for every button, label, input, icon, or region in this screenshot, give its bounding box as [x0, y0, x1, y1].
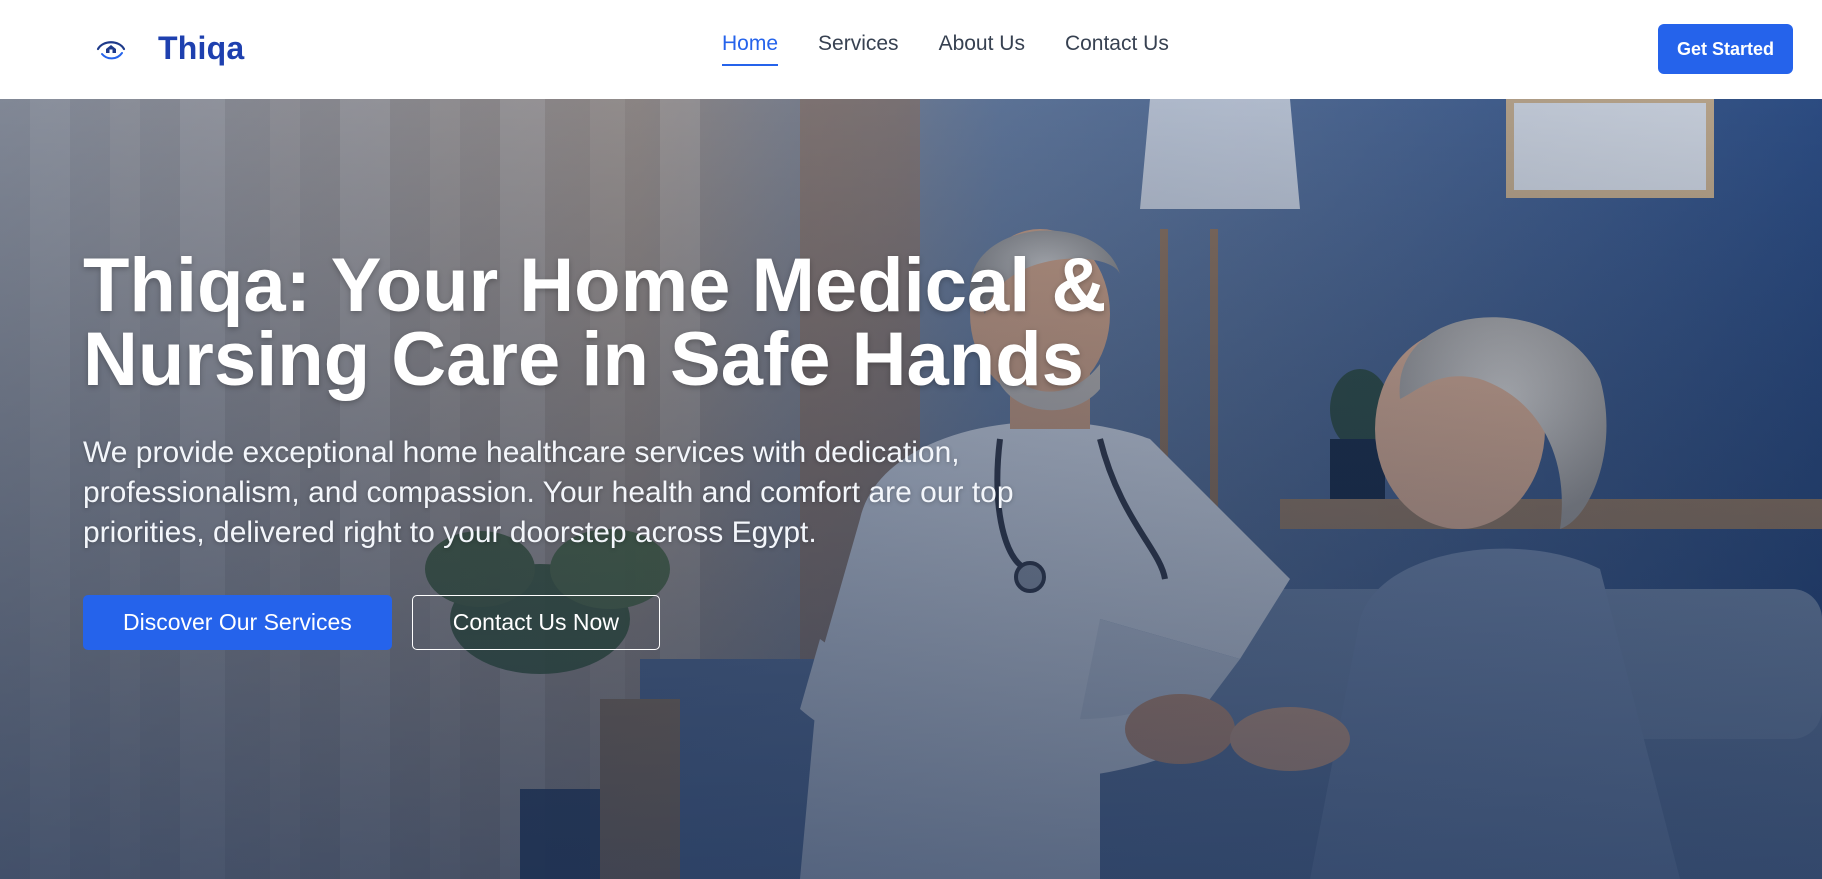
brand-logo[interactable]: Thiqa [94, 30, 244, 67]
nav-item-contact-us[interactable]: Contact Us [1065, 32, 1169, 66]
contact-us-now-button[interactable]: Contact Us Now [411, 595, 660, 650]
hero-actions: Discover Our Services Contact Us Now [83, 595, 1123, 650]
nav-item-services[interactable]: Services [818, 32, 899, 66]
hero-title-line-2: Nursing Care in Safe Hands [83, 317, 1084, 402]
hero-title-line-1: Thiqa: Your Home Medical & [83, 243, 1107, 328]
hero-title: Thiqa: Your Home Medical & Nursing Care … [83, 248, 1123, 398]
discover-services-button[interactable]: Discover Our Services [83, 595, 392, 650]
eye-house-logo-icon [96, 40, 126, 59]
get-started-button[interactable]: Get Started [1658, 24, 1793, 74]
nav-item-home[interactable]: Home [722, 32, 779, 66]
hero-subtitle: We provide exceptional home healthcare s… [83, 436, 1014, 549]
brand-name: Thiqa [158, 30, 245, 66]
hero-content: Thiqa: Your Home Medical & Nursing Care … [83, 248, 1123, 650]
hero-section: Thiqa: Your Home Medical & Nursing Care … [0, 99, 1822, 879]
site-header: Thiqa Home Services About Us Contact Us … [0, 0, 1822, 99]
main-nav: Home Services About Us Contact Us [722, 32, 1169, 66]
nav-item-about-us[interactable]: About Us [939, 32, 1025, 66]
